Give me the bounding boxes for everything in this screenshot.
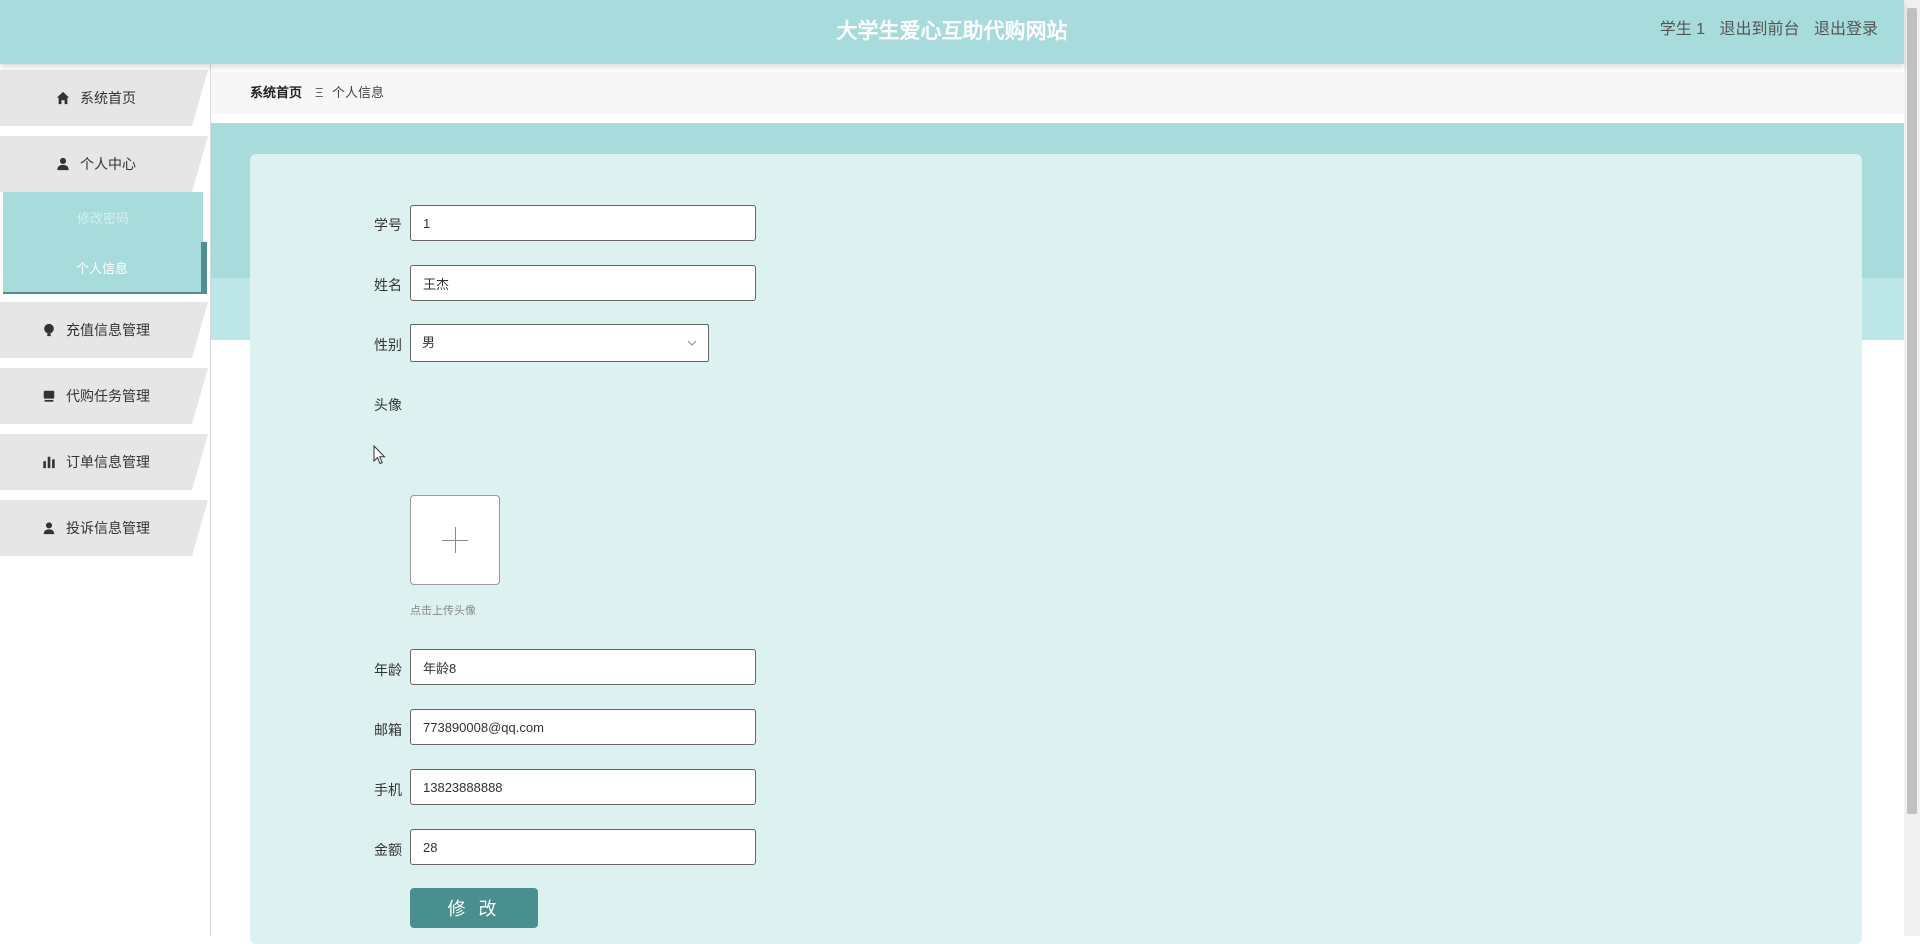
modify-button[interactable]: 修 改 (410, 888, 538, 928)
bulb-icon (44, 323, 54, 337)
sidebar-subitem-label: 修改密码 (76, 210, 129, 226)
gender-label: 性别 (374, 337, 402, 353)
logout-link[interactable]: 退出登录 (1814, 21, 1878, 38)
sidebar-item-home[interactable]: 系统首页 (0, 70, 208, 126)
age-label: 年龄 (374, 662, 402, 678)
breadcrumb-separator-icon: Ξ (315, 85, 324, 100)
home-icon (56, 91, 70, 105)
bar-chart-icon (43, 456, 55, 469)
sidebar-item-orders[interactable]: 订单信息管理 (0, 434, 208, 490)
gender-select[interactable]: 男 (410, 324, 709, 362)
name-input[interactable] (410, 265, 756, 301)
breadcrumb-home[interactable]: 系统首页 (250, 72, 302, 114)
avatar-label: 头像 (374, 397, 402, 413)
sidebar-item-recharge[interactable]: 充值信息管理 (0, 302, 208, 358)
email-input[interactable] (410, 709, 756, 745)
sidebar-item-complaints[interactable]: 投诉信息管理 (0, 500, 208, 556)
phone-label: 手机 (374, 782, 402, 798)
breadcrumb: 系统首页 Ξ 个人信息 (211, 72, 1904, 114)
student-id-input[interactable] (410, 205, 756, 241)
header-actions: 学生 1 退出到前台 退出登录 (1650, 0, 1878, 60)
balance-input[interactable] (410, 829, 756, 865)
mouse-cursor-icon (373, 445, 386, 465)
age-input[interactable] (410, 649, 756, 685)
sidebar-item-label: 系统首页 (80, 90, 136, 106)
name-label: 姓名 (374, 277, 402, 293)
current-user: 学生 1 (1659, 21, 1706, 38)
sidebar-item-label: 个人中心 (80, 156, 136, 172)
chevron-down-icon (687, 340, 697, 346)
balance-label: 金额 (374, 842, 402, 858)
exit-to-front-link[interactable]: 退出到前台 (1720, 21, 1800, 38)
person-icon (43, 522, 55, 535)
sidebar: 系统首页 个人中心 修改密码 个人信息 充值信息管理 代购任务管理 订单信息管理 (0, 64, 211, 936)
user-icon (57, 157, 69, 171)
sidebar-item-personal-center[interactable]: 个人中心 (0, 136, 208, 192)
scrollbar-thumb[interactable] (1907, 8, 1917, 814)
gender-select-value: 男 (422, 335, 436, 350)
breadcrumb-current: 个人信息 (332, 85, 385, 100)
avatar-upload-button[interactable] (410, 495, 500, 585)
sidebar-item-purchase-tasks[interactable]: 代购任务管理 (0, 368, 208, 424)
sidebar-item-label: 充值信息管理 (66, 322, 150, 338)
page-scrollbar[interactable] (1904, 0, 1920, 936)
avatar-upload-tip: 点击上传头像 (410, 605, 476, 617)
sidebar-item-label: 代购任务管理 (66, 388, 150, 404)
sidebar-item-label: 投诉信息管理 (66, 520, 150, 536)
top-header: 大学生爱心互助代购网站 学生 1 退出到前台 退出登录 (0, 0, 1904, 64)
sidebar-subitem-personal-info[interactable]: 个人信息 (3, 242, 207, 294)
phone-input[interactable] (410, 769, 756, 805)
student-id-label: 学号 (374, 217, 402, 233)
sidebar-subitem-change-password[interactable]: 修改密码 (3, 192, 203, 242)
sidebar-item-label: 订单信息管理 (66, 454, 150, 470)
email-label: 邮箱 (374, 722, 402, 738)
monitor-icon (43, 390, 55, 402)
sidebar-subitem-label: 个人信息 (75, 260, 128, 276)
site-title: 大学生爱心互助代购网站 (836, 20, 1068, 43)
